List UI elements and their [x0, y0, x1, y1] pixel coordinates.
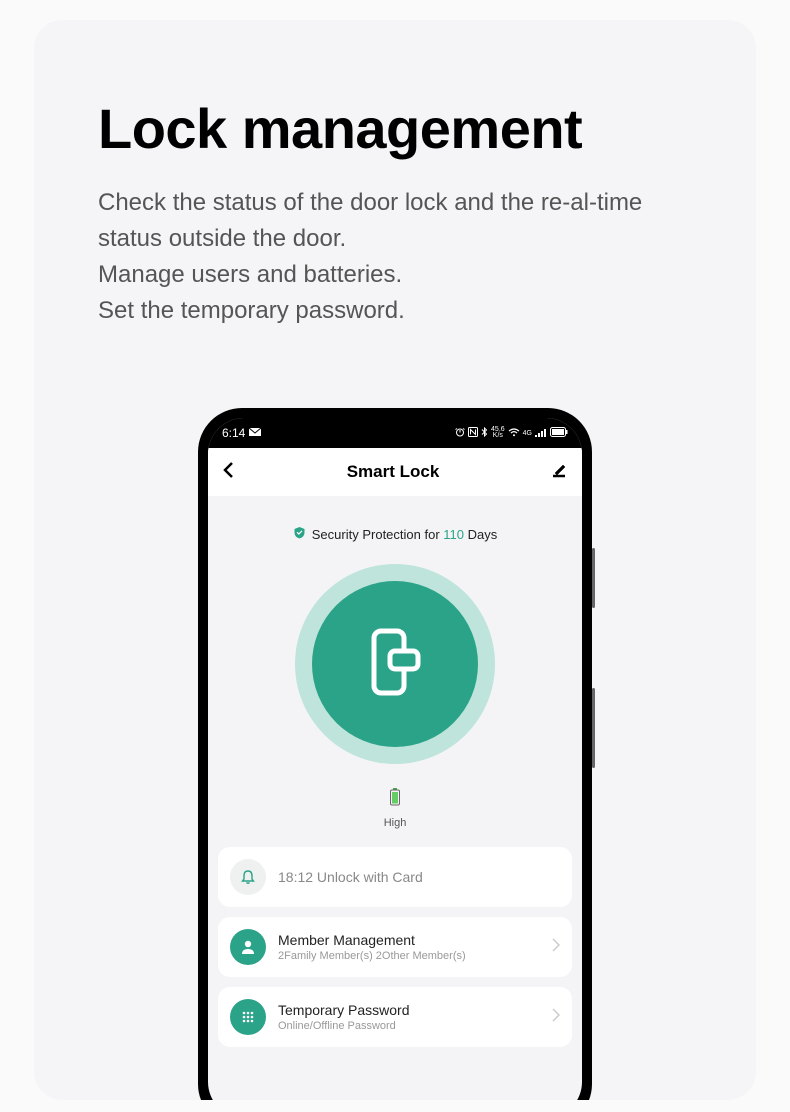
battery-status: High [208, 788, 582, 829]
member-title: Member Management [278, 932, 540, 948]
back-button[interactable] [222, 461, 236, 484]
phone-mockup: 6:14 45.6 [198, 408, 592, 1100]
alarm-icon [455, 427, 465, 439]
protection-days: 110 [443, 527, 464, 542]
page-heading: Lock management [98, 96, 756, 161]
keypad-icon [230, 999, 266, 1035]
feature-card: Lock management Check the status of the … [34, 20, 756, 1100]
event-item[interactable]: 18:12 Unlock with Card [218, 847, 572, 907]
wifi-icon [508, 428, 520, 439]
menu-list: 18:12 Unlock with Card Member Management… [218, 847, 572, 1047]
description-line: Manage users and batteries. [98, 257, 692, 293]
member-subtitle: 2Family Member(s) 2Other Member(s) [278, 950, 540, 962]
edit-button[interactable] [550, 461, 568, 484]
envelope-icon [249, 428, 261, 439]
protection-status: Security Protection for 110 Days [208, 526, 582, 542]
temp-title: Temporary Password [278, 1002, 540, 1018]
nfc-icon [468, 427, 478, 439]
status-bar: 6:14 45.6 [208, 418, 582, 448]
event-text: 18:12 Unlock with Card [278, 869, 560, 885]
bluetooth-icon [481, 427, 488, 439]
data-rate: 45.6 K/s [491, 427, 505, 440]
app-header: Smart Lock [208, 448, 582, 496]
protection-prefix: Security Protection for [312, 527, 444, 542]
description-line: Check the status of the door lock and th… [98, 185, 692, 257]
lock-button[interactable] [295, 564, 495, 764]
temp-subtitle: Online/Offline Password [278, 1020, 540, 1032]
lock-circle [312, 581, 478, 747]
battery-icon [550, 427, 568, 439]
chevron-right-icon [552, 1008, 560, 1027]
signal-icon [535, 428, 547, 439]
temporary-password-item[interactable]: Temporary Password Online/Offline Passwo… [218, 987, 572, 1047]
status-time: 6:14 [222, 426, 245, 440]
bell-icon [230, 859, 266, 895]
phone-side-button [592, 548, 595, 608]
phone-screen: 6:14 45.6 [208, 418, 582, 1100]
phone-side-button [592, 688, 595, 768]
page-description: Check the status of the door lock and th… [98, 185, 692, 329]
person-icon [230, 929, 266, 965]
battery-level-icon [390, 793, 400, 810]
battery-label: High [208, 817, 582, 829]
description-line: Set the temporary password. [98, 293, 692, 329]
chevron-right-icon [552, 938, 560, 957]
app-title: Smart Lock [347, 462, 440, 482]
member-management-item[interactable]: Member Management 2Family Member(s) 2Oth… [218, 917, 572, 977]
protection-suffix: Days [464, 527, 497, 542]
door-lock-icon [368, 627, 422, 702]
shield-icon [293, 526, 306, 542]
network-label: 4G [523, 430, 532, 437]
